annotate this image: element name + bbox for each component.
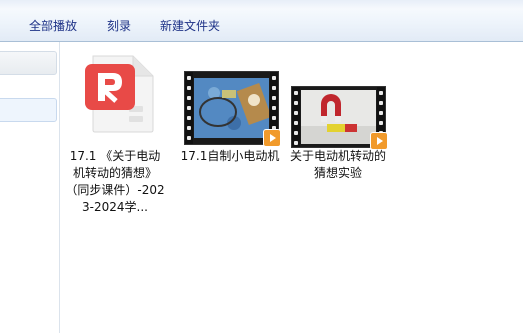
burn-button[interactable]: 刻录 bbox=[107, 18, 131, 34]
file-name-label: 17.1 《关于电动机转动的猜想》（同步课件）-2023-2024学... bbox=[65, 149, 165, 214]
file-name-label: 关于电动机转动的猜想实验 bbox=[289, 149, 386, 180]
file-name-label: 17.1自制小电动机 bbox=[180, 149, 280, 163]
command-toolbar: 全部播放 刻录 新建文件夹 bbox=[0, 0, 523, 42]
video-play-icon bbox=[263, 129, 281, 147]
new-folder-button[interactable]: 新建文件夹 bbox=[160, 18, 220, 34]
nav-pane-item[interactable] bbox=[0, 51, 57, 75]
navigation-pane bbox=[0, 42, 60, 333]
pdf-file-icon bbox=[83, 54, 155, 138]
play-all-button[interactable]: 全部播放 bbox=[29, 18, 77, 34]
nav-pane-item-selected[interactable] bbox=[0, 98, 57, 122]
